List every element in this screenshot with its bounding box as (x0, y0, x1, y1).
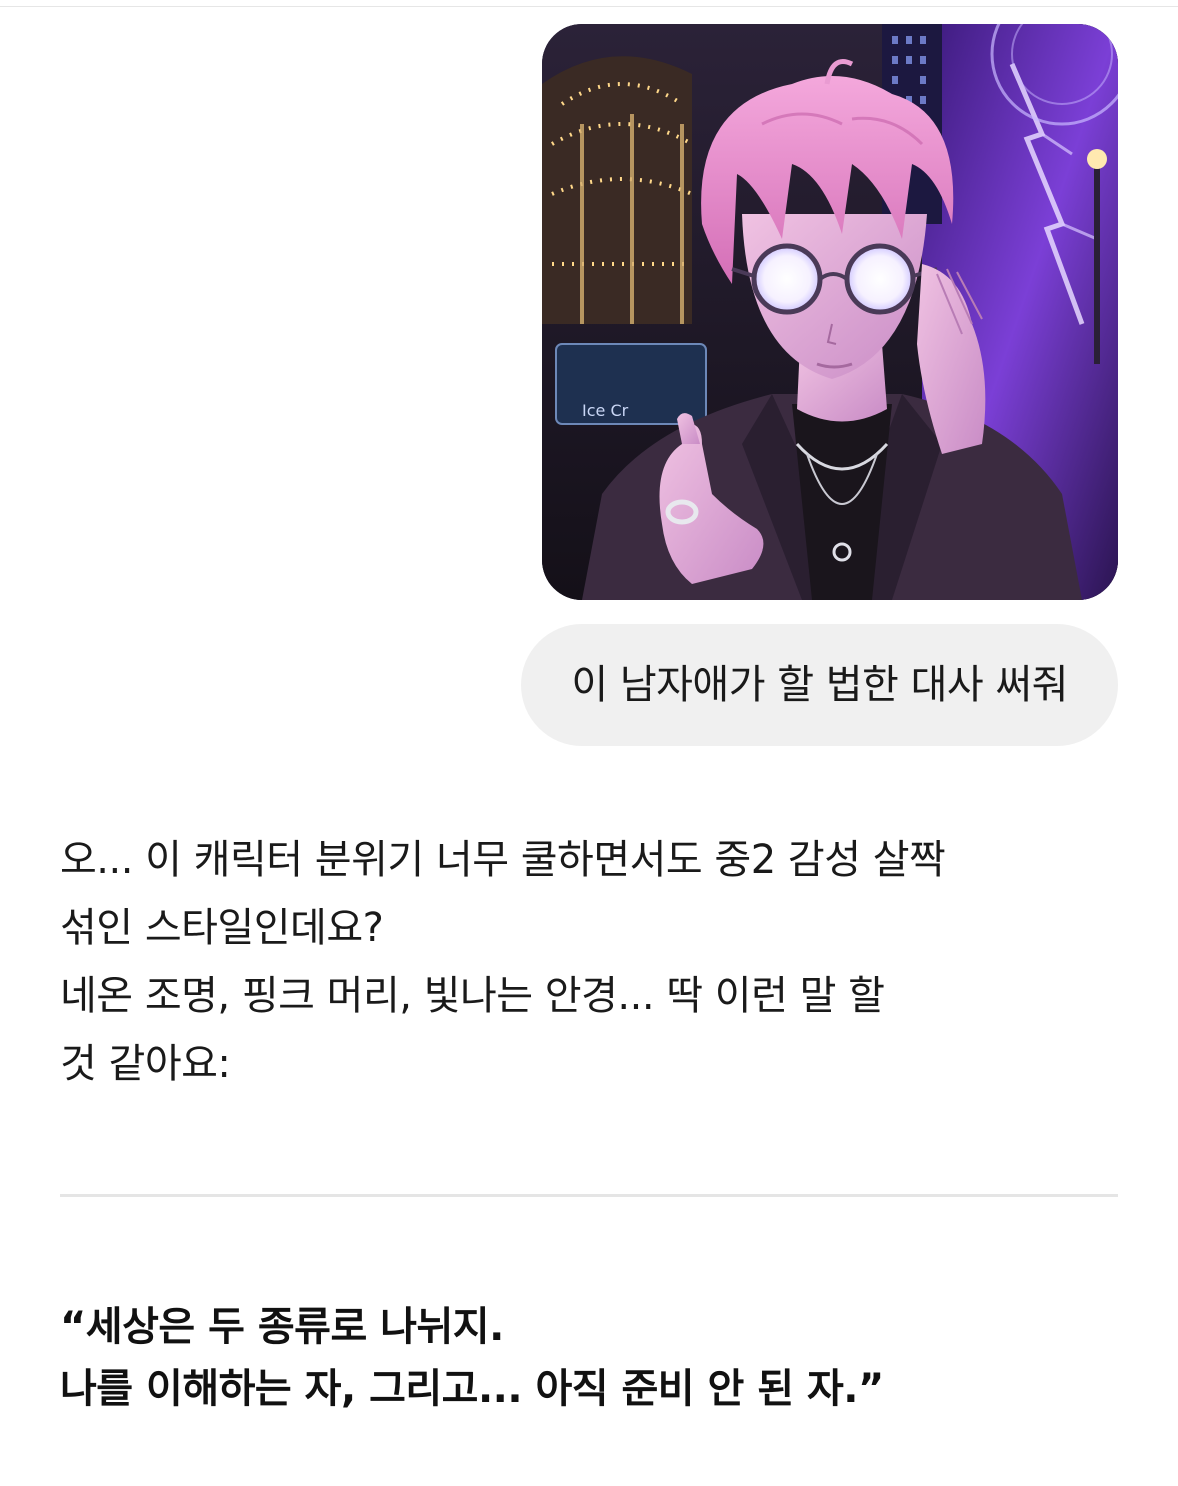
top-divider (0, 6, 1178, 7)
section-divider (60, 1194, 1118, 1197)
user-message-bubble: 이 남자애가 할 법한 대사 써줘 (521, 624, 1118, 746)
assistant-text-line: 네온 조명, 핑크 머리, 빛나는 안경... 딱 이런 말 할 (60, 973, 885, 1019)
character-illustration: Ice Cr (542, 24, 1118, 600)
assistant-message: 오... 이 캐릭터 분위기 너무 쿨하면서도 중2 감성 살짝 섞인 스타일인… (60, 826, 1120, 1098)
user-message-text: 이 남자애가 할 법한 대사 써줘 (571, 662, 1068, 708)
quote-line: 나를 이해하는 자, 그리고... 아직 준비 안 된 자.” (60, 1366, 884, 1412)
assistant-text-line: 섞인 스타일인데요? (60, 905, 384, 951)
quote-line: “세상은 두 종류로 나뉘지. (60, 1304, 504, 1350)
assistant-text-line: 오... 이 캐릭터 분위기 너무 쿨하면서도 중2 감성 살짝 (60, 837, 946, 883)
assistant-quote: “세상은 두 종류로 나뉘지. 나를 이해하는 자, 그리고... 아직 준비 … (60, 1296, 1120, 1420)
assistant-text-line: 것 같아요: (60, 1041, 231, 1087)
ice-cream-sign-text: Ice Cr (582, 401, 629, 420)
attached-image[interactable]: Ice Cr (542, 24, 1118, 600)
